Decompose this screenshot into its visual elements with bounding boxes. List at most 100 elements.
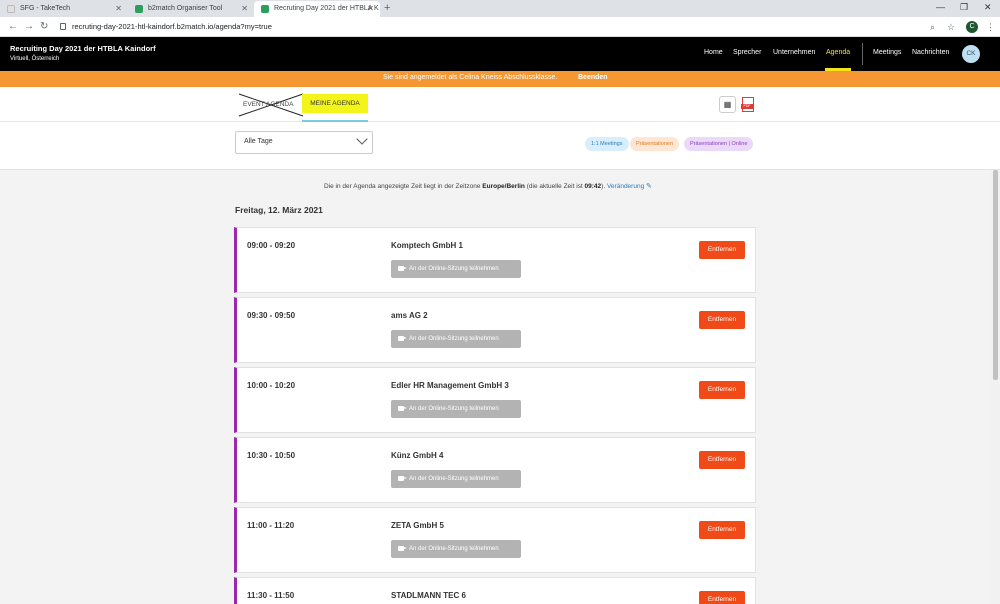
session-company[interactable]: STADLMANN TEC 6 [391,591,466,600]
tab-my-agenda[interactable]: MEINE AGENDA [302,94,368,113]
join-label: An der Online-Sitzung teilnehmen [409,546,499,552]
user-avatar[interactable]: CK [962,45,980,63]
reload-icon[interactable]: ↻ [40,20,48,34]
browser-tab-title: Recruting Day 2021 der HTBLA K [274,5,379,12]
close-icon[interactable]: ✕ [115,1,122,17]
back-icon[interactable]: ← [8,20,18,34]
pencil-icon[interactable]: ✎ [646,183,652,190]
end-session-link[interactable]: Beenden [578,74,608,81]
close-icon[interactable]: ✕ [241,1,248,17]
session-company[interactable]: ams AG 2 [391,311,428,320]
calendar-export-icon[interactable]: ▦ [719,96,736,113]
tz-change-link[interactable]: Veränderung [607,183,644,190]
day-select-value: Alle Tage [244,138,273,145]
session-time: 09:00 - 09:20 [247,241,296,250]
legend-meetings: 1:1 Meetings [585,137,629,151]
zoom-icon[interactable]: ⌕ [930,21,935,33]
login-banner: Sie sind angemeldet als Celina Kneiss Ab… [0,71,1000,87]
remove-button[interactable]: Entfernen [699,381,745,399]
pdf-label: PDF [741,104,753,109]
nav-agenda[interactable]: Agenda [826,49,850,56]
video-camera-icon [398,476,407,481]
day-select[interactable]: Alle Tage [235,131,373,154]
tz-suffix: ). [601,183,606,190]
session-time: 10:00 - 10:20 [247,381,296,390]
site-header: Recruiting Day 2021 der HTBLA Kaindorf V… [0,37,1000,71]
scrollbar-thumb[interactable] [993,170,998,380]
session-card: 09:00 - 09:20 Komptech GmbH 1 An der Onl… [234,227,756,293]
event-location: Virtuell, Österreich [10,56,60,62]
remove-button[interactable]: Entfernen [699,521,745,539]
nav-companies[interactable]: Unternehmen [773,49,815,56]
session-time: 09:30 - 09:50 [247,311,296,320]
video-camera-icon [398,336,407,341]
window-close-icon[interactable]: ✕ [984,0,992,14]
tz-zone: Europe/Berlin [482,183,525,190]
session-company[interactable]: Edler HR Management GmbH 3 [391,381,509,390]
browser-tab-1[interactable]: SFG - TakeTech ✕ [0,1,128,17]
session-card: 11:00 - 11:20 ZETA GmbH 5 An der Online-… [234,507,756,573]
nav-home[interactable]: Home [704,49,723,56]
browser-tab-3-active[interactable]: Recruting Day 2021 der HTBLA K ✕ [254,1,380,17]
minimize-icon[interactable]: — [936,0,945,14]
nav-meetings[interactable]: Meetings [873,49,901,56]
browser-tab-title: b2match Organiser Tool [148,5,223,12]
join-label: An der Online-Sitzung teilnehmen [409,476,499,482]
nav-divider [862,43,863,65]
nav-messages[interactable]: Nachrichten [912,49,949,56]
join-online-button[interactable]: An der Online-Sitzung teilnehmen [391,260,521,278]
address-bar: ← → ↻ recruting-day-2021-htl-kaindorf.b2… [0,17,1000,37]
session-time: 10:30 - 10:50 [247,451,296,460]
video-camera-icon [398,406,407,411]
session-card: 11:30 - 11:50 STADLMANN TEC 6 Entfernen [234,577,756,604]
join-online-button[interactable]: An der Online-Sitzung teilnehmen [391,470,521,488]
legend-presentations-online: Präsentationen | Online [684,137,754,151]
url-text: recruting-day-2021-htl-kaindorf.b2match.… [72,22,272,31]
browser-tabbar: SFG - TakeTech ✕ b2match Organiser Tool … [0,0,1000,17]
browser-tab-2[interactable]: b2match Organiser Tool ✕ [128,1,254,17]
lock-icon [60,23,66,30]
session-time: 11:30 - 11:50 [247,591,295,600]
browser-tab-title: SFG - TakeTech [20,5,71,12]
chevron-down-icon [356,133,368,145]
browser-profile-avatar[interactable]: C [966,21,978,33]
video-camera-icon [398,266,407,271]
join-label: An der Online-Sitzung teilnehmen [409,336,499,342]
session-card: 10:30 - 10:50 Künz GmbH 4 An der Online-… [234,437,756,503]
url-field[interactable]: recruting-day-2021-htl-kaindorf.b2match.… [58,20,918,34]
banner-text: Sie sind angemeldet als Celina Kneiss Ab… [383,74,558,81]
event-title: Recruiting Day 2021 der HTBLA Kaindorf [10,44,156,53]
forward-icon[interactable]: → [24,20,34,34]
session-company[interactable]: Künz GmbH 4 [391,451,443,460]
remove-button[interactable]: Entfernen [699,591,745,604]
join-online-button[interactable]: An der Online-Sitzung teilnehmen [391,330,521,348]
legend-presentations: Präsentationen [630,137,679,151]
session-card: 10:00 - 10:20 Edler HR Management GmbH 3… [234,367,756,433]
session-time: 11:00 - 11:20 [247,521,295,530]
join-label: An der Online-Sitzung teilnehmen [409,266,499,272]
video-camera-icon [398,546,407,551]
remove-button[interactable]: Entfernen [699,311,745,329]
b2match-icon [135,5,143,13]
date-heading: Freitag, 12. März 2021 [235,205,323,215]
tz-middle: (die aktuelle Zeit ist [526,183,583,190]
close-icon[interactable]: ✕ [367,1,374,17]
new-tab-icon[interactable]: + [384,0,390,17]
remove-button[interactable]: Entfernen [699,451,745,469]
cross-out-mark [238,93,304,117]
join-online-button[interactable]: An der Online-Sitzung teilnehmen [391,400,521,418]
session-company[interactable]: Komptech GmbH 1 [391,241,463,250]
filter-bar: Alle Tage 1:1 Meetings Präsentationen Pr… [0,122,1000,170]
pdf-export-icon[interactable]: PDF [741,97,754,112]
maximize-icon[interactable]: ❐ [960,0,968,14]
nav-speakers[interactable]: Sprecher [733,49,761,56]
tz-prefix: Die in der Agenda angezeigte Zeit liegt … [324,183,481,190]
remove-button[interactable]: Entfernen [699,241,745,259]
tz-time: 09:42 [584,183,602,190]
timezone-note: Die in der Agenda angezeigte Zeit liegt … [324,182,652,190]
join-online-button[interactable]: An der Online-Sitzung teilnehmen [391,540,521,558]
menu-dots-icon[interactable]: ⋮ [986,21,995,33]
session-company[interactable]: ZETA GmbH 5 [391,521,444,530]
join-label: An der Online-Sitzung teilnehmen [409,406,499,412]
bookmark-star-icon[interactable]: ☆ [947,21,955,33]
